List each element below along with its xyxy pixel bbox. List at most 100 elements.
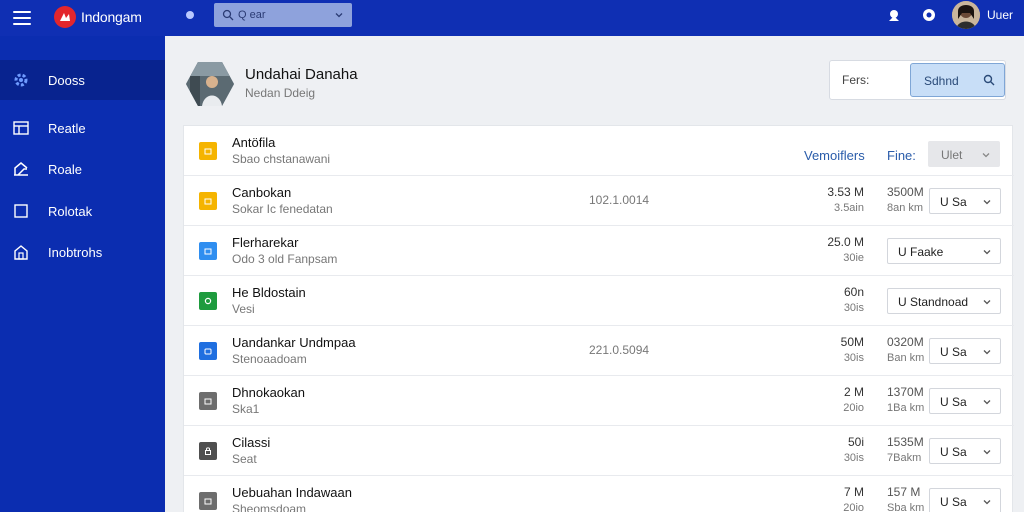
archive-icon xyxy=(199,492,217,510)
row-title: Dhnokaokan xyxy=(232,385,305,400)
row-select[interactable]: U Faake xyxy=(887,238,1001,264)
row-subtitle: Sheomsdoam xyxy=(232,502,307,512)
sidebar-item-reatle[interactable]: Reatle xyxy=(0,108,165,148)
row-subtitle: Ska1 xyxy=(232,402,260,416)
search-placeholder: Q ear xyxy=(238,9,266,21)
lock-icon xyxy=(199,442,217,460)
chat-icon[interactable] xyxy=(921,7,937,23)
row-title: Antöfila xyxy=(232,135,276,150)
filter-panel: Fers: Sdhnd xyxy=(829,60,1006,100)
row-size: 50M xyxy=(840,335,864,349)
select-value: U Sa xyxy=(940,395,967,409)
user-name[interactable]: Uuer xyxy=(987,8,1013,22)
filter-search-button[interactable]: Sdhnd xyxy=(910,63,1005,97)
row-subtitle: Sbao chstanawani xyxy=(232,152,331,166)
brand-name[interactable]: Indongam xyxy=(81,9,142,25)
sidebar-item-rolotak[interactable]: Rolotak xyxy=(0,191,165,231)
sidebar-item-label: Inobtrohs xyxy=(48,244,103,260)
row-memory-secondary: 1Ba km xyxy=(887,402,925,414)
notification-icon[interactable] xyxy=(886,7,902,23)
filter-label: Fers: xyxy=(842,73,870,87)
table-row[interactable]: Canbokan Sokar Ic fenedatan 102.1.0014 3… xyxy=(184,176,1014,226)
table-row[interactable]: Cilassi Seat 50i 30is 1535M 7Bakm U Sa xyxy=(184,426,1014,476)
chevron-down-icon xyxy=(983,400,991,405)
user-avatar[interactable] xyxy=(952,1,980,29)
chevron-down-icon xyxy=(982,153,990,158)
row-subtitle: Seat xyxy=(232,452,257,466)
row-select[interactable]: U Sa xyxy=(929,338,1001,364)
top-bar: Indongam Q ear Uuer xyxy=(0,0,1024,36)
row-select[interactable]: U Sa xyxy=(929,388,1001,414)
table-row[interactable]: Dhnokaokan Ska1 2 M 20io 1370M 1Ba km U … xyxy=(184,376,1014,426)
spreadsheet-icon xyxy=(199,292,217,310)
sidebar-item-inobtrohs[interactable]: Inobtrohs xyxy=(0,232,165,272)
row-subtitle: Odo 3 old Fanpsam xyxy=(232,252,338,266)
row-size-secondary: 30is xyxy=(843,302,864,314)
row-code: 221.0.5094 xyxy=(589,343,650,357)
gear-icon xyxy=(14,73,28,87)
row-size: 60n xyxy=(843,285,864,299)
row-memory: 0320M xyxy=(887,335,924,349)
row-title: He Bldostain xyxy=(232,285,306,300)
sidebar-item-label: Dooss xyxy=(48,72,85,88)
chevron-down-icon xyxy=(983,300,991,305)
row-size-secondary: 3.5ain xyxy=(834,202,864,214)
row-size-secondary: 30ie xyxy=(843,252,864,264)
row-size: 50i xyxy=(847,435,864,449)
folder-icon xyxy=(199,192,217,210)
row-size: 3.53 M xyxy=(827,185,864,199)
file-icon xyxy=(199,392,217,410)
chevron-down-icon xyxy=(983,200,991,205)
brand-logo-icon[interactable] xyxy=(54,6,76,28)
sidebar-item-label: Rolotak xyxy=(48,203,93,219)
row-size-secondary: 20io xyxy=(843,502,864,512)
status-dot-icon xyxy=(186,11,194,19)
row-memory-secondary: Ban km xyxy=(887,352,925,364)
row-size: 7 M xyxy=(843,485,864,499)
row-select[interactable]: U Standnoad xyxy=(887,288,1001,314)
row-size-secondary: 20io xyxy=(843,402,864,414)
drive-icon xyxy=(199,342,217,360)
table-row[interactable]: Uebuahan Indawaan Sheomsdoam 7 M 20io 15… xyxy=(184,476,1014,512)
chevron-down-icon[interactable] xyxy=(334,10,344,20)
menu-icon[interactable] xyxy=(12,9,32,27)
select-value: Ulet xyxy=(941,148,963,162)
row-title: Canbokan xyxy=(232,185,292,200)
house-icon xyxy=(14,245,28,260)
square-icon xyxy=(14,204,28,218)
chevron-down-icon xyxy=(983,250,991,255)
versions-link[interactable]: Vemoiflers xyxy=(804,148,865,163)
select-value: U Sa xyxy=(940,445,967,459)
chevron-down-icon xyxy=(983,500,991,505)
row-memory-secondary: 8an km xyxy=(887,202,924,214)
chevron-down-icon xyxy=(983,450,991,455)
row-select[interactable]: U Sa xyxy=(929,188,1001,214)
sidebar: Dooss Reatle Roale Rolotak Inobtrohs xyxy=(0,36,165,512)
table-row[interactable]: Uandankar Undmpaa Stenoaadoam 221.0.5094… xyxy=(184,326,1014,376)
sidebar-item-roale[interactable]: Roale xyxy=(0,149,165,189)
row-memory: 3500M xyxy=(887,185,924,199)
folder-icon xyxy=(199,142,217,160)
table-row[interactable]: He Bldostain Vesi 60n 30is U Standnoad xyxy=(184,276,1014,326)
select-value: U Sa xyxy=(940,195,967,209)
row-title: Uebuahan Indawaan xyxy=(232,485,352,500)
list-header-row[interactable]: Antöfila Sbao chstanawani Vemoiflers Fin… xyxy=(184,126,1014,176)
sidebar-item-label: Reatle xyxy=(48,120,86,136)
row-memory-secondary: Sba km xyxy=(887,502,925,512)
row-size: 25.0 M xyxy=(827,235,864,249)
search-icon xyxy=(983,74,995,86)
fine-label: Fine: xyxy=(887,148,916,163)
header-select[interactable]: Ulet xyxy=(928,141,1000,167)
row-select[interactable]: U Sa xyxy=(929,438,1001,464)
row-select[interactable]: U Sa xyxy=(929,488,1001,512)
table-row[interactable]: Flerharekar Odo 3 old Fanpsam 25.0 M 30i… xyxy=(184,226,1014,276)
select-value: U Sa xyxy=(940,495,967,509)
project-avatar xyxy=(186,62,234,106)
row-title: Flerharekar xyxy=(232,235,299,250)
sidebar-item-dooss[interactable]: Dooss xyxy=(0,60,165,100)
row-title: Uandankar Undmpaa xyxy=(232,335,356,350)
select-value: U Sa xyxy=(940,345,967,359)
document-icon xyxy=(199,242,217,260)
search-input[interactable]: Q ear xyxy=(214,3,352,27)
row-subtitle: Stenoaadoam xyxy=(232,352,307,366)
